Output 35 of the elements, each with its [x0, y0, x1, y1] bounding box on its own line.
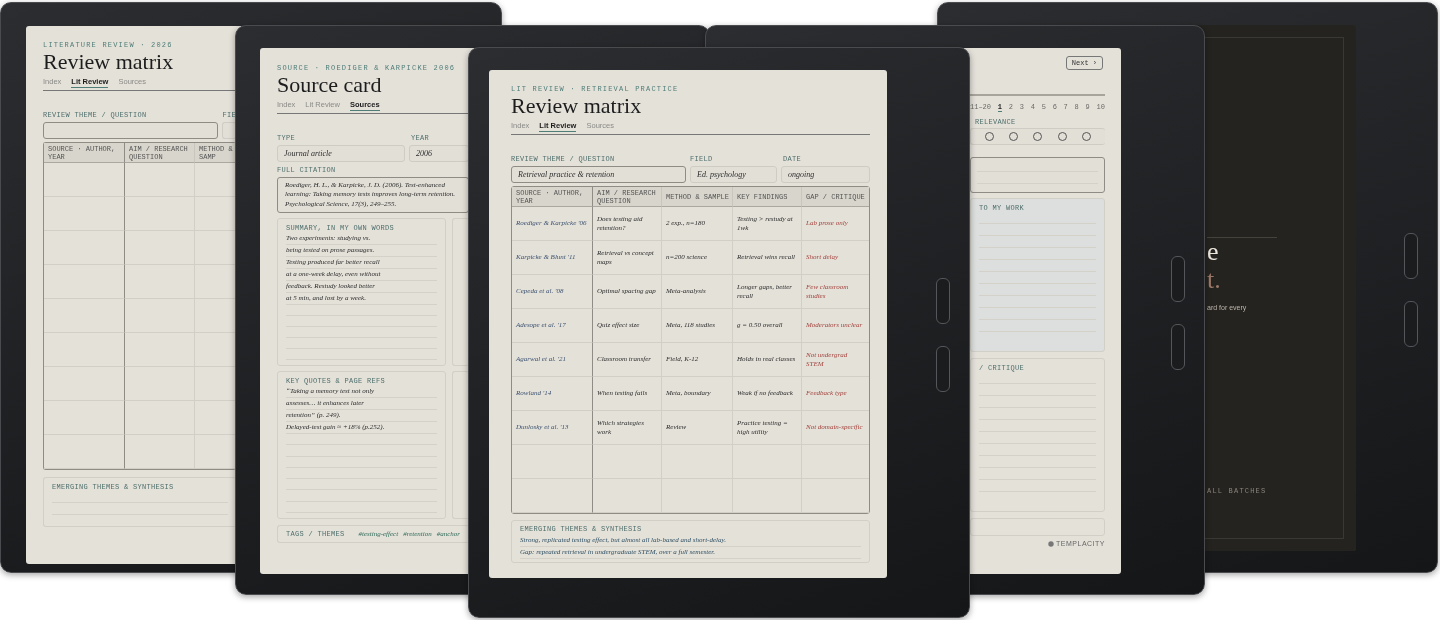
- table-cell: [124, 435, 194, 469]
- table-cell: [661, 479, 732, 513]
- table-cell: [732, 479, 801, 513]
- table-cell: [592, 445, 661, 479]
- table-cell: [124, 163, 194, 197]
- table-cell: [124, 401, 194, 435]
- text-field[interactable]: ongoing: [781, 166, 870, 183]
- side-button[interactable]: [1171, 324, 1185, 370]
- table-cell: [801, 479, 869, 513]
- heading-text: t.: [1207, 266, 1222, 294]
- table-cell: [124, 367, 194, 401]
- logo-icon: [1048, 540, 1055, 547]
- table-cell: [124, 299, 194, 333]
- heading-text: e: [1207, 238, 1220, 266]
- side-button[interactable]: [1404, 233, 1418, 279]
- side-button[interactable]: [936, 278, 950, 324]
- table-cell: [592, 479, 661, 513]
- text-field[interactable]: Retrieval practice & retention: [511, 166, 686, 183]
- page-title: Review matrix: [511, 93, 643, 119]
- notes-field[interactable]: [970, 157, 1105, 193]
- page-title: Source card: [277, 72, 383, 98]
- table-cell: [124, 333, 194, 367]
- text-field[interactable]: [43, 122, 218, 139]
- side-button[interactable]: [936, 346, 950, 392]
- side-button[interactable]: [1171, 256, 1185, 302]
- text-field[interactable]: Journal article: [277, 145, 405, 162]
- table-cell: [801, 445, 869, 479]
- text-field[interactable]: [222, 122, 236, 139]
- table-cell: [124, 197, 194, 231]
- table-cell: [124, 265, 194, 299]
- text-field[interactable]: Ed. psychology: [690, 166, 777, 183]
- side-button[interactable]: [1404, 301, 1418, 347]
- page-title: Review matrix: [43, 49, 175, 75]
- text-field[interactable]: 2006: [409, 145, 469, 162]
- table-cell: [124, 231, 194, 265]
